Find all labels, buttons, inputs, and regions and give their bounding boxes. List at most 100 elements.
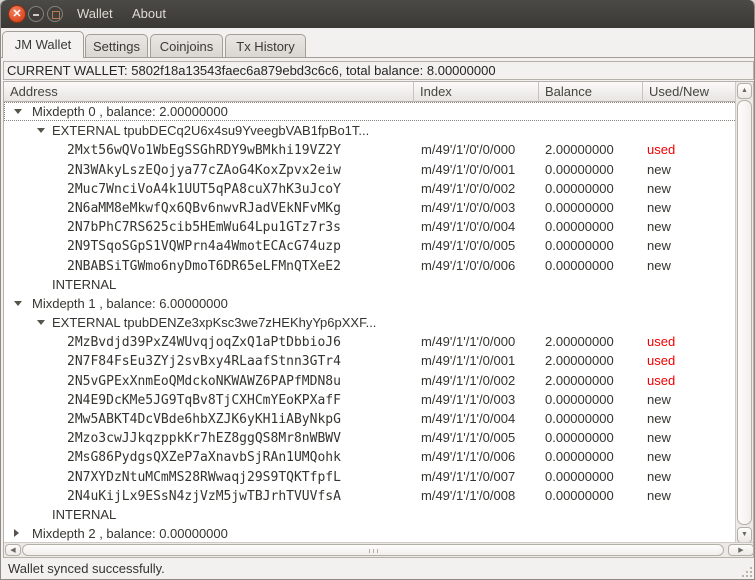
cell-used-new: used bbox=[647, 334, 676, 350]
cell-address: INTERNAL bbox=[4, 275, 414, 294]
cell-address: 2Mw5ABKT4DcVBde6hbXZJK6yKH1iAByNkpG bbox=[4, 409, 414, 428]
cell-index: m/49'/1'/0'/0/003 bbox=[421, 199, 516, 215]
tree-row-branch[interactable]: EXTERNAL tpubDENZe3xpKsc3we7zHEKhyYp6pXX… bbox=[4, 313, 737, 332]
cell-used-new: used bbox=[647, 142, 676, 158]
scroll-up-icon[interactable]: ▲ bbox=[737, 83, 752, 99]
column-header-index[interactable]: Index bbox=[414, 82, 539, 102]
collapse-arrow-icon[interactable] bbox=[37, 320, 45, 326]
tree-row-mixdepth[interactable]: Mixdepth 0 , balance: 2.00000000 bbox=[4, 102, 737, 122]
scroll-right-icon[interactable]: ▶ bbox=[728, 544, 753, 556]
cell-used-new: used bbox=[647, 353, 676, 369]
expand-arrow-icon[interactable] bbox=[14, 529, 19, 538]
tree-row-address[interactable]: 2Mw5ABKT4DcVBde6hbXZJK6yKH1iAByNkpG m/49'… bbox=[4, 409, 737, 428]
tree-row-address[interactable]: 2MzBvdjd39PxZ4WUvqjoqZxQ1aPtDbbioJ6 m/49'… bbox=[4, 332, 737, 351]
tree-row-address[interactable]: 2N4E9DcKMe5JG9TqBv8TjCXHCmYEoKPXafF m/49'… bbox=[4, 390, 737, 409]
cell-balance: 0.00000000 bbox=[545, 257, 614, 273]
cell-address: Mixdepth 0 , balance: 2.00000000 bbox=[4, 102, 414, 121]
column-header-address[interactable]: Address bbox=[4, 82, 414, 102]
cell-used-new: new bbox=[647, 468, 671, 484]
tree-row-address[interactable]: 2Mzo3cwJJkqzppkKr7hEZ8ggQS8Mr8nWBWV m/49'… bbox=[4, 428, 737, 447]
column-header-used-new[interactable]: Used/New bbox=[643, 82, 737, 102]
status-bar: Wallet synced successfully. bbox=[1, 557, 754, 579]
cell-balance: 2.00000000 bbox=[545, 334, 614, 350]
maximize-icon[interactable] bbox=[47, 6, 63, 22]
cell-index: m/49'/1'/0'/0/005 bbox=[421, 238, 516, 254]
cell-address: 2Mxt56wQVo1WbEgSSGhRDY9wBMkhi19VZ2Y bbox=[4, 140, 414, 159]
address-text: 2N3WAkyLszEQojya77cZAoG4KoxZpvx2eiw bbox=[67, 162, 341, 178]
vertical-scrollbar-thumb[interactable] bbox=[737, 100, 752, 525]
collapse-arrow-icon[interactable] bbox=[14, 109, 22, 114]
horizontal-scrollbar-thumb[interactable] bbox=[22, 544, 724, 556]
cell-address: INTERNAL bbox=[4, 505, 414, 524]
cell-address: 2N3WAkyLszEQojya77cZAoG4KoxZpvx2eiw bbox=[4, 160, 414, 179]
menu-about[interactable]: About bbox=[126, 0, 172, 28]
scroll-left-icon[interactable]: ◀ bbox=[5, 544, 21, 556]
tree-row-address[interactable]: 2N5vGPExXnmEoQMdckoNKWAWZ6PAPfMDN8u m/49'… bbox=[4, 371, 737, 390]
column-header-balance[interactable]: Balance bbox=[539, 82, 643, 102]
close-icon[interactable]: ✕ bbox=[8, 5, 26, 23]
collapse-arrow-icon[interactable] bbox=[37, 128, 45, 134]
tree-row-address[interactable]: 2N9TSqoSGpS1VQWPrn4a4WmotECAcG74uzp m/49'… bbox=[4, 236, 737, 255]
cell-balance: 0.00000000 bbox=[545, 449, 614, 465]
tree-row-address[interactable]: 2MsG86PydgsQXZeP7aXnavbSjRAn1UMQohk m/49'… bbox=[4, 447, 737, 466]
tree-row-address[interactable]: 2Muc7WnciVoA4k1UUT5qPA8cuX7hK3uJcoY m/49'… bbox=[4, 179, 737, 198]
tree-row-mixdepth[interactable]: Mixdepth 1 , balance: 6.00000000 bbox=[4, 294, 737, 313]
tree-row-branch[interactable]: INTERNAL bbox=[4, 505, 737, 524]
tab-jm-wallet[interactable]: JM Wallet bbox=[2, 31, 84, 58]
cell-index: m/49'/1'/1'/0/008 bbox=[421, 487, 516, 503]
cell-index: m/49'/1'/0'/0/004 bbox=[421, 219, 516, 235]
cell-address: 2N6aMM8eMkwfQx6QBv6nwvRJadVEkNFvMKg bbox=[4, 198, 414, 217]
address-text: 2N7bPhC7RS625cib5HEmWu64Lpu1GTz7r3s bbox=[67, 220, 341, 236]
cell-address: 2N9TSqoSGpS1VQWPrn4a4WmotECAcG74uzp bbox=[4, 236, 414, 255]
cell-balance: 2.00000000 bbox=[545, 372, 614, 388]
tree-row-address[interactable]: 2N7XYDzNtuMCmMS28RWwaqj29S9TQKTfpfL m/49'… bbox=[4, 467, 737, 486]
cell-used-new: new bbox=[647, 161, 671, 177]
tab-tx-history[interactable]: Tx History bbox=[225, 34, 306, 58]
tab-bar: JM Wallet Settings Coinjoins Tx History bbox=[1, 28, 754, 58]
tree-row-mixdepth[interactable]: Mixdepth 2 , balance: 0.00000000 bbox=[4, 524, 737, 543]
address-text: 2Muc7WnciVoA4k1UUT5qPA8cuX7hK3uJcoY bbox=[67, 181, 341, 197]
menu-wallet[interactable]: Wallet bbox=[71, 0, 119, 28]
jm-wallet-window: ✕ Wallet About JM Wallet Settings Coinjo… bbox=[0, 0, 755, 580]
tree-row-branch[interactable]: EXTERNAL tpubDECq2U6x4su9YveegbVAB1fpBo1… bbox=[4, 121, 737, 140]
tree-row-address[interactable]: 2N7F84FsEu3ZYj2svBxy4RLaafStnn3GTr4 m/49'… bbox=[4, 351, 737, 370]
horizontal-scrollbar[interactable]: ◀ ▶ bbox=[4, 542, 753, 557]
tree-header: Address Index Balance Used/New bbox=[4, 82, 737, 102]
scroll-down-icon[interactable]: ▼ bbox=[737, 527, 752, 543]
cell-used-new bbox=[643, 313, 737, 332]
minimize-icon[interactable] bbox=[28, 6, 44, 22]
tab-settings[interactable]: Settings bbox=[85, 34, 148, 58]
tree-row-address[interactable]: 2N6aMM8eMkwfQx6QBv6nwvRJadVEkNFvMKg m/49'… bbox=[4, 198, 737, 217]
cell-address: 2N4E9DcKMe5JG9TqBv8TjCXHCmYEoKPXafF bbox=[4, 390, 414, 409]
tab-coinjoins[interactable]: Coinjoins bbox=[150, 34, 223, 58]
jm-wallet-tab-pane: CURRENT WALLET: 5802f18a13543faec6a879eb… bbox=[1, 57, 754, 558]
address-text: 2Mxt56wQVo1WbEgSSGhRDY9wBMkhi19VZ2Y bbox=[67, 143, 341, 159]
cell-index: m/49'/1'/1'/0/002 bbox=[421, 372, 516, 388]
tree-row-address[interactable]: 2Mxt56wQVo1WbEgSSGhRDY9wBMkhi19VZ2Y m/49'… bbox=[4, 140, 737, 159]
cell-address: 2N5vGPExXnmEoQMdckoNKWAWZ6PAPfMDN8u bbox=[4, 371, 414, 390]
tree-viewport: Mixdepth 0 , balance: 2.00000000 EXTERNAL… bbox=[4, 102, 737, 544]
cell-balance: 0.00000000 bbox=[545, 430, 614, 446]
collapse-arrow-icon[interactable] bbox=[14, 300, 22, 306]
tree-row-address[interactable]: 2NBABSiTGWmo6nyDmoT6DR65eLFMnQTXeE2 m/49'… bbox=[4, 256, 737, 275]
cell-balance: 0.00000000 bbox=[545, 487, 614, 503]
cell-balance bbox=[539, 275, 643, 294]
cell-used-new bbox=[643, 294, 737, 313]
cell-address: 2MsG86PydgsQXZeP7aXnavbSjRAn1UMQohk bbox=[4, 447, 414, 466]
cell-index: m/49'/1'/0'/0/000 bbox=[421, 142, 516, 158]
cell-used-new bbox=[643, 121, 737, 140]
cell-index bbox=[414, 524, 539, 543]
cell-index: m/49'/1'/1'/0/000 bbox=[421, 334, 516, 350]
address-text: 2N4E9DcKMe5JG9TqBv8TjCXHCmYEoKPXafF bbox=[67, 392, 341, 408]
cell-used-new: new bbox=[647, 199, 671, 215]
cell-used-new bbox=[643, 275, 737, 294]
tree-row-branch[interactable]: INTERNAL bbox=[4, 275, 737, 294]
tree-row-address[interactable]: 2N4uKijLx9ESsN4zjVzM5jwTBJrhTVUVfsA m/49'… bbox=[4, 486, 737, 505]
cell-index: m/49'/1'/1'/0/006 bbox=[421, 449, 516, 465]
address-text: 2N7F84FsEu3ZYj2svBxy4RLaafStnn3GTr4 bbox=[67, 354, 341, 370]
tree-row-address[interactable]: 2N7bPhC7RS625cib5HEmWu64Lpu1GTz7r3s m/49'… bbox=[4, 217, 737, 236]
vertical-scrollbar[interactable]: ▲ ▼ bbox=[735, 82, 753, 544]
cell-index: m/49'/1'/0'/0/002 bbox=[421, 180, 516, 196]
resize-grip-icon[interactable] bbox=[742, 567, 744, 569]
tree-row-address[interactable]: 2N3WAkyLszEQojya77cZAoG4KoxZpvx2eiw m/49'… bbox=[4, 160, 737, 179]
